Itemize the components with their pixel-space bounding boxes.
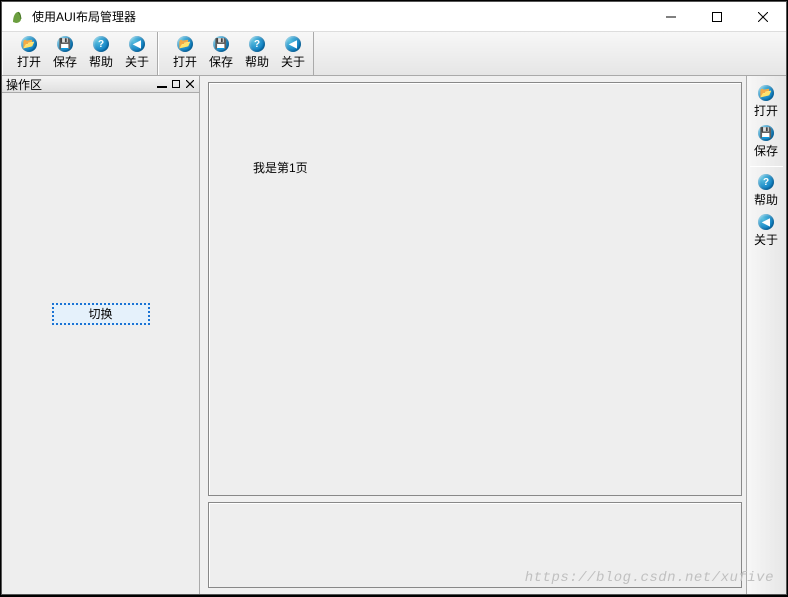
help-button-2[interactable]: ?帮助 — [239, 33, 275, 73]
open-icon: 📂 — [177, 36, 193, 52]
open-icon: 📂 — [21, 36, 37, 52]
right-about-button[interactable]: ◀关于 — [748, 211, 784, 251]
toolbar-group-2: 📂打开 💾保存 ?帮助 ◀关于 — [158, 32, 314, 75]
app-window: 使用AUI布局管理器 📂打开 💾保存 ?帮助 ◀关于 📂打开 💾保存 ?帮助 ◀… — [1, 1, 787, 595]
help-icon: ? — [249, 36, 265, 52]
open-icon: 📂 — [758, 85, 774, 101]
window-controls — [648, 2, 786, 31]
panel-header[interactable]: 操作区 — [2, 76, 199, 93]
save-icon: 💾 — [57, 36, 73, 52]
help-icon: ? — [93, 36, 109, 52]
content-pane-bottom — [208, 502, 742, 588]
about-icon: ◀ — [129, 36, 145, 52]
save-button-2[interactable]: 💾保存 — [203, 33, 239, 73]
app-icon — [10, 9, 26, 25]
help-icon: ? — [758, 174, 774, 190]
left-panel: 操作区 切换 — [2, 76, 200, 594]
about-button-2[interactable]: ◀关于 — [275, 33, 311, 73]
about-icon: ◀ — [285, 36, 301, 52]
open-button[interactable]: 📂打开 — [11, 33, 47, 73]
right-help-button[interactable]: ?帮助 — [748, 171, 784, 211]
panel-minimize-icon[interactable] — [155, 77, 169, 91]
panel-title: 操作区 — [4, 76, 155, 93]
about-button[interactable]: ◀关于 — [119, 33, 155, 73]
top-toolbar-row: 📂打开 💾保存 ?帮助 ◀关于 📂打开 💾保存 ?帮助 ◀关于 — [2, 32, 786, 76]
save-icon: 💾 — [758, 125, 774, 141]
panel-close-icon[interactable] — [183, 77, 197, 91]
titlebar[interactable]: 使用AUI布局管理器 — [2, 2, 786, 32]
right-save-button[interactable]: 💾保存 — [748, 122, 784, 162]
right-open-button[interactable]: 📂打开 — [748, 82, 784, 122]
toolbar-group-1: 📂打开 💾保存 ?帮助 ◀关于 — [2, 32, 158, 75]
save-icon: 💾 — [213, 36, 229, 52]
content-pane-top: 我是第1页 — [208, 82, 742, 496]
page-text: 我是第1页 — [253, 159, 308, 176]
open-button-2[interactable]: 📂打开 — [167, 33, 203, 73]
close-button[interactable] — [740, 2, 786, 31]
switch-button[interactable]: 切换 — [52, 303, 150, 325]
minimize-button[interactable] — [648, 2, 694, 31]
panel-maximize-icon[interactable] — [169, 77, 183, 91]
body-area: 操作区 切换 我是第1页 📂打开 💾保存 ?帮助 ◀关于 — [2, 76, 786, 594]
window-title: 使用AUI布局管理器 — [32, 8, 648, 25]
maximize-button[interactable] — [694, 2, 740, 31]
center-area: 我是第1页 — [208, 82, 742, 588]
right-toolbar: 📂打开 💾保存 ?帮助 ◀关于 — [746, 76, 786, 594]
about-icon: ◀ — [758, 214, 774, 230]
help-button[interactable]: ?帮助 — [83, 33, 119, 73]
toolbar-separator — [750, 166, 783, 167]
save-button[interactable]: 💾保存 — [47, 33, 83, 73]
panel-body: 切换 — [2, 93, 199, 594]
